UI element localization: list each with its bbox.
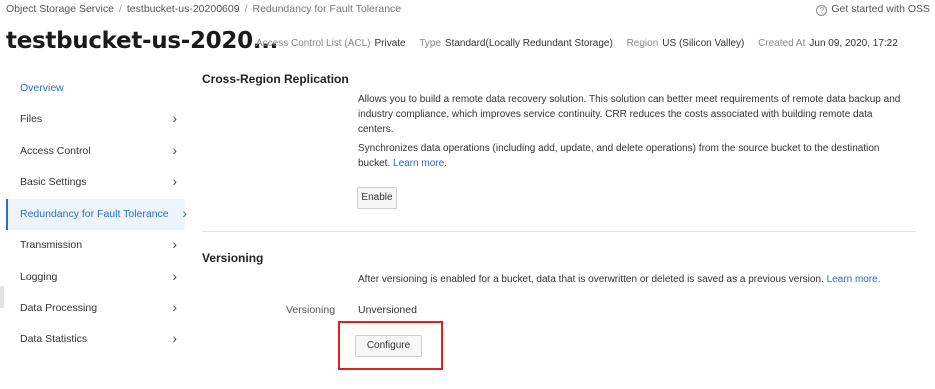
meta-value-type: Standard(Locally Redundant Storage) <box>444 38 613 49</box>
sidebar-item-files[interactable]: Files › <box>6 104 185 135</box>
versioning-status: Unversioned <box>358 304 417 316</box>
chevron-right-icon: › <box>172 299 177 315</box>
sidebar-item-basic-settings[interactable]: Basic Settings › <box>6 167 185 198</box>
get-started-link[interactable]: ? Get started with OSS <box>816 3 930 16</box>
sidebar: Overview Files › Access Control › Basic … <box>6 70 187 389</box>
crr-description: Allows you to build a remote data recove… <box>358 94 901 135</box>
get-started-label: Get started with OSS <box>831 3 930 15</box>
sidebar-item-data-statistics[interactable]: Data Statistics › <box>6 324 185 355</box>
crr-learn-more-link[interactable]: Learn more. <box>393 158 447 169</box>
bucket-meta: Access Control List (ACL) Private Type Sta… <box>256 38 909 49</box>
sidebar-item-label: Data Statistics <box>20 333 88 345</box>
breadcrumb: Object Storage Service / testbucket-us-202… <box>6 3 401 15</box>
chevron-right-icon: › <box>172 236 177 252</box>
chevron-right-icon: › <box>172 142 177 158</box>
versioning-section-title: Versioning <box>202 251 264 265</box>
breadcrumb-separator: / <box>118 3 122 15</box>
breadcrumb-oss[interactable]: Object Storage Service <box>6 3 114 15</box>
sidebar-item-label: Data Processing <box>20 302 98 314</box>
meta-key-acl: Access Control List (ACL) <box>256 38 371 49</box>
sidebar-item-overview[interactable]: Overview <box>6 73 185 104</box>
chevron-right-icon: › <box>172 173 177 189</box>
enable-button[interactable]: Enable <box>357 187 397 209</box>
main-content: Cross-Region Replication Allows you to b… <box>202 70 918 389</box>
meta-value-acl: Private <box>374 38 406 49</box>
chevron-right-icon: › <box>182 205 187 221</box>
collapse-handle[interactable] <box>0 286 4 308</box>
sidebar-item-label: Redundancy for Fault Tolerance <box>20 208 169 220</box>
bucket-header: testbucket-us-2020... Access Control Lis… <box>6 28 930 62</box>
meta-key-created: Created At <box>758 38 806 49</box>
crr-section-title: Cross-Region Replication <box>202 72 349 86</box>
page-title: testbucket-us-2020... <box>6 28 279 54</box>
highlight-box <box>338 321 443 370</box>
top-bar: Object Storage Service / testbucket-us-202… <box>6 3 930 19</box>
breadcrumb-current: Redundancy for Fault Tolerance <box>252 3 402 15</box>
meta-key-type: Type <box>419 38 441 49</box>
section-divider <box>202 231 916 232</box>
sidebar-item-label: Logging <box>20 271 58 283</box>
sidebar-item-label: Basic Settings <box>20 176 87 188</box>
breadcrumb-separator: / <box>244 3 248 15</box>
sidebar-item-label: Transmission <box>20 239 83 251</box>
versioning-field-label: Versioning <box>286 304 336 316</box>
sidebar-item-access-control[interactable]: Access Control › <box>6 136 185 167</box>
sidebar-item-label: Overview <box>20 82 64 94</box>
meta-value-created: Jun 09, 2020, 17:22 <box>809 38 898 49</box>
chevron-right-icon: › <box>172 268 177 284</box>
sidebar-item-label: Access Control <box>20 145 91 157</box>
sidebar-item-label: Files <box>20 113 43 125</box>
meta-key-region: Region <box>626 38 659 49</box>
chevron-right-icon: › <box>172 110 177 126</box>
sidebar-item-transmission[interactable]: Transmission › <box>6 230 185 261</box>
chevron-right-icon: › <box>172 330 177 346</box>
sidebar-item-redundancy[interactable]: Redundancy for Fault Tolerance › <box>6 199 187 230</box>
sidebar-item-logging[interactable]: Logging › <box>6 262 185 293</box>
versioning-desc-text: After versioning is enabled for a bucket… <box>358 274 824 285</box>
help-icon: ? <box>816 5 828 16</box>
sidebar-item-data-processing[interactable]: Data Processing › <box>6 293 185 324</box>
versioning-learn-more-link[interactable]: Learn more. <box>827 274 881 285</box>
meta-value-region: US (Silicon Valley) <box>662 38 745 49</box>
versioning-description: After versioning is enabled for a bucket… <box>358 272 914 287</box>
breadcrumb-bucket[interactable]: testbucket-us-20200609 <box>127 3 240 15</box>
crr-sync-description: Synchronizes data operations (including … <box>358 141 904 171</box>
